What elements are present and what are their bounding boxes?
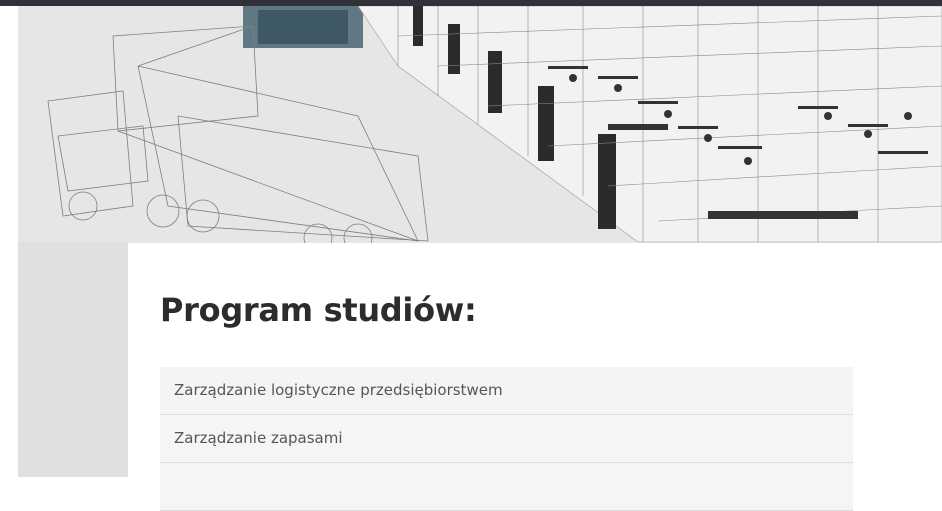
program-list: Zarządzanie logistyczne przedsiębiorstwe… [160,367,853,511]
program-title: Program studiów: [160,291,477,329]
program-card: Program studiów: Zarządzanie logistyczne… [128,243,942,511]
program-list-item[interactable] [160,463,853,511]
program-list-item[interactable]: Zarządzanie logistyczne przedsiębiorstwe… [160,367,853,415]
program-list-item[interactable]: Zarządzanie zapasami [160,415,853,463]
